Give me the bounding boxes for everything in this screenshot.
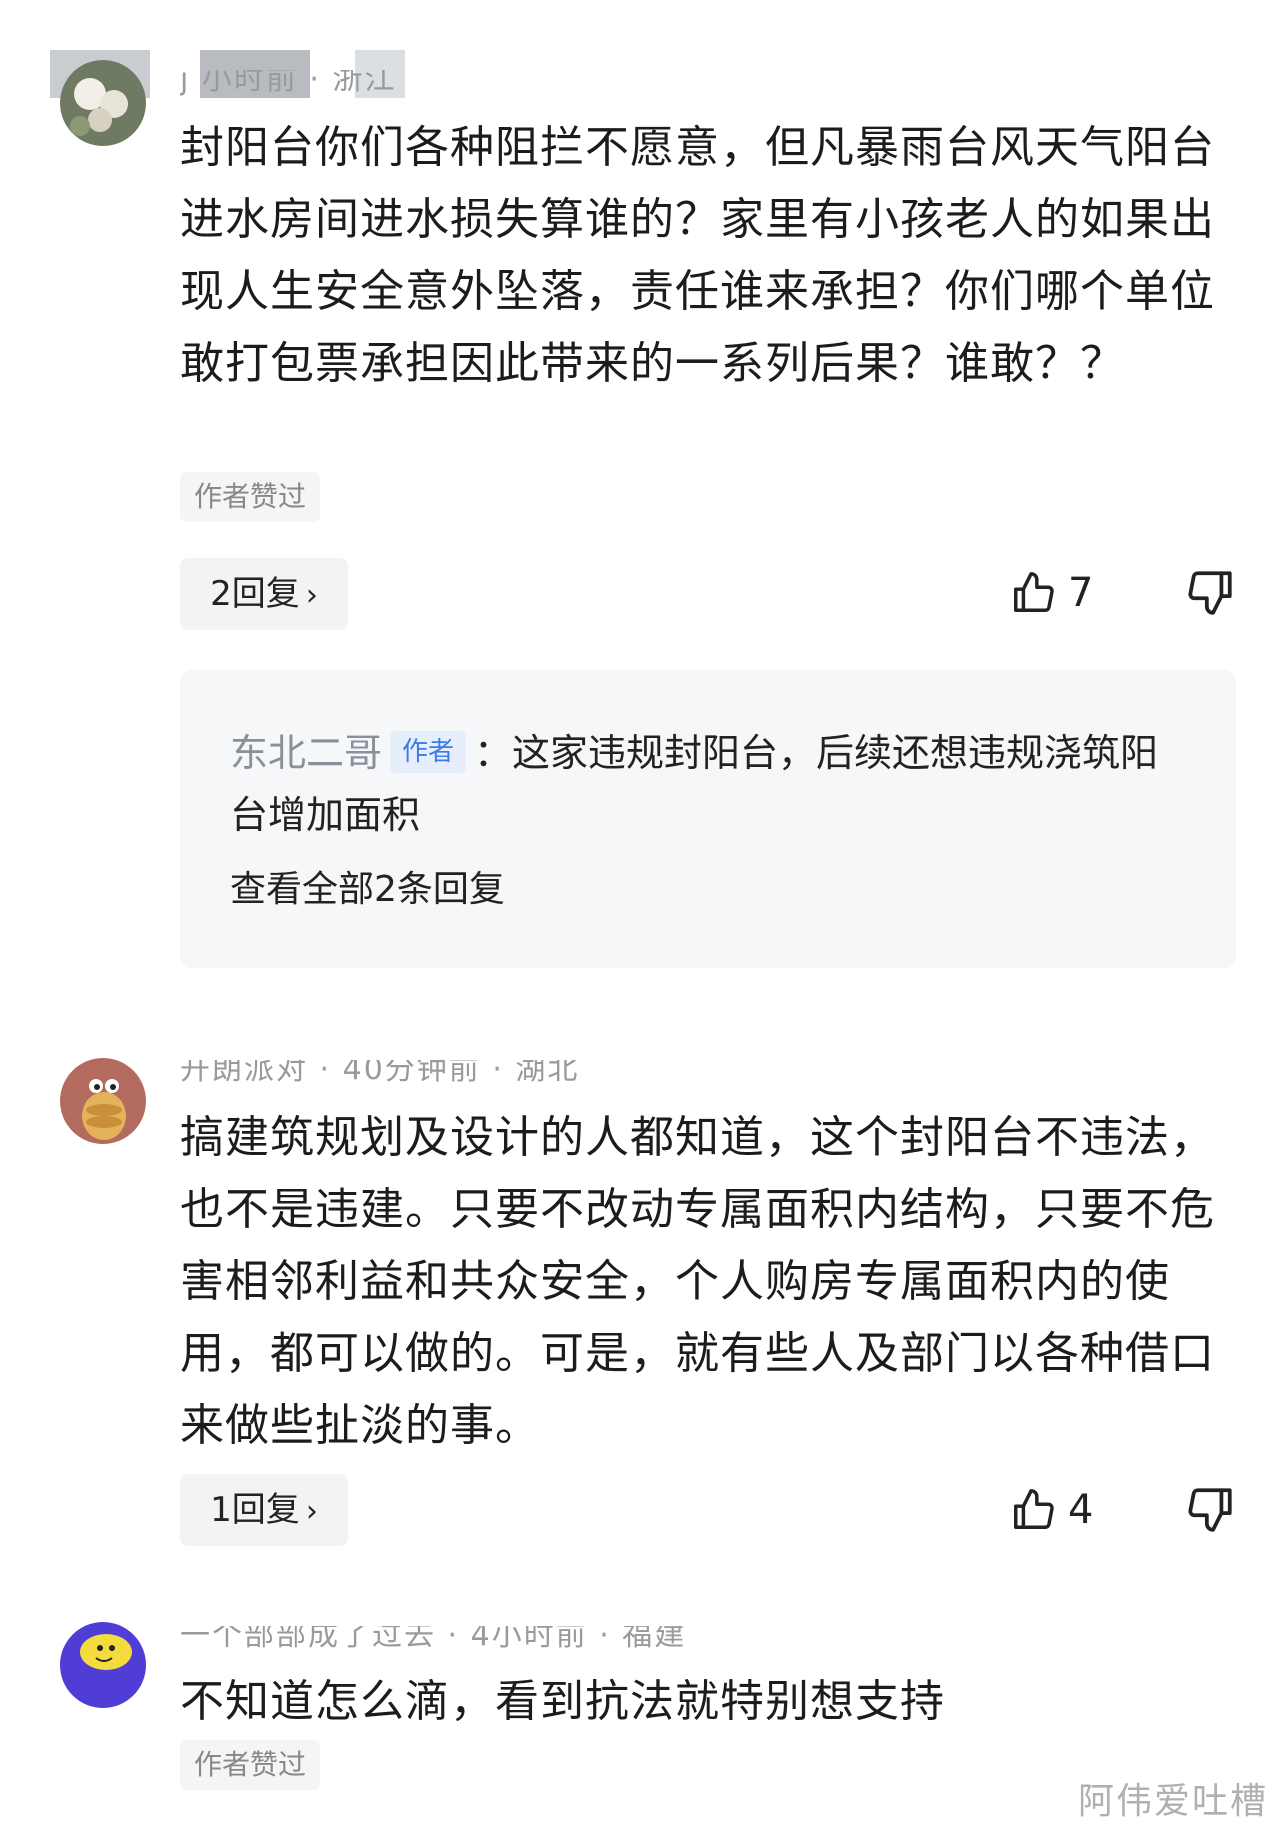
comment-text: 封阳台你们各种阻拦不愿意，但凡暴雨台风天气阳台进水房间进水损失算谁的？家里有小孩… [180,122,1215,389]
chevron-right-icon: › [305,1494,318,1529]
author-tag: 作者 [390,731,467,773]
comment-meta: j 小时前 · 浙江 [180,70,397,97]
watermark: 阿伟爱吐槽 [1077,1781,1268,1822]
thumbs-down-icon[interactable] [1186,567,1236,617]
comment-text: 不知道怎么滴，看到抗法就特别想支持 [180,1676,945,1727]
comment-meta: 开朗派对 · 40分钟前 · 湖北 [180,1060,580,1087]
view-all-replies-link[interactable]: 查看全部2条回复 [230,860,505,920]
avatar[interactable] [60,1058,146,1144]
author-liked-badge: 作者赞过 [180,472,321,522]
avatar[interactable] [60,60,146,146]
author-liked-badge: 作者赞过 [180,1740,321,1790]
thumbs-down-icon[interactable] [1186,1484,1236,1534]
chevron-right-icon: › [305,578,318,613]
like-count: 7 [1068,570,1094,616]
thumbs-up-icon [1014,1489,1054,1529]
reply-preview-text: 东北二哥 作者 ：这家违规封阳台，后续还想违规浇筑阳台增加面积 [230,722,1190,846]
reply-preview[interactable]: 东北二哥 作者 ：这家违规封阳台，后续还想违规浇筑阳台增加面积 查看全部2条回复 [180,670,1236,968]
replies-label: 2回复 [210,574,300,614]
avatar[interactable] [60,1622,146,1708]
comment-text: 搞建筑规划及设计的人都知道，这个封阳台不违法，也不是违建。只要不改动专属面积内结… [180,1112,1215,1451]
reply-author[interactable]: 东北二哥 [230,731,382,775]
replies-button[interactable]: 2回复 › [180,558,348,630]
thumbs-up-icon [1014,572,1054,612]
comment-meta: 一个部部成了过去 · 4小时前 · 福建 [180,1626,687,1653]
replies-label: 1回复 [210,1490,300,1530]
like-button[interactable]: 4 [1010,1480,1093,1540]
like-count: 4 [1068,1487,1094,1533]
replies-button[interactable]: 1回复 › [180,1474,348,1546]
like-button[interactable]: 7 [1010,563,1093,623]
